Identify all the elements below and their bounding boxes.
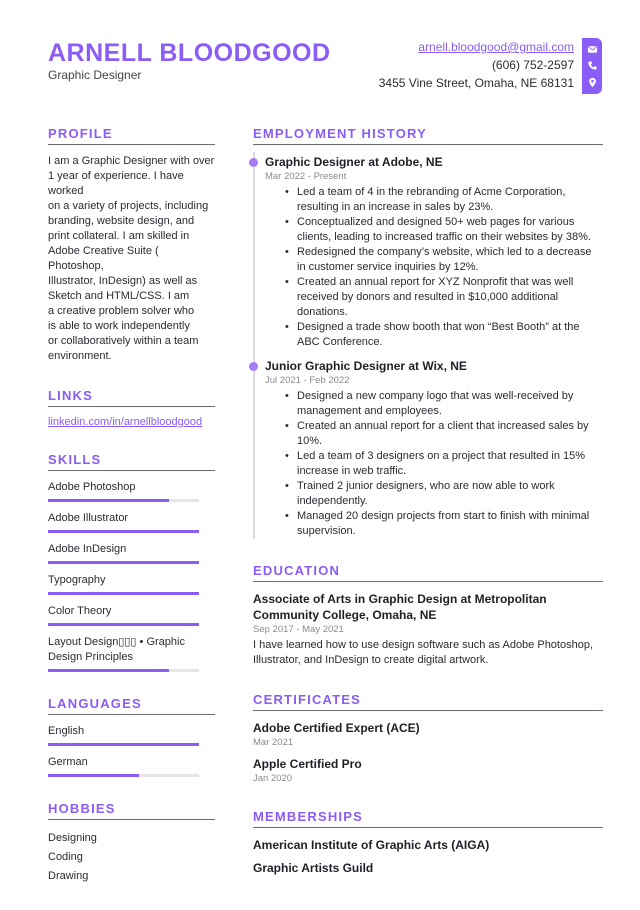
skill-item: Color Theory — [48, 604, 215, 626]
level-bar — [48, 623, 199, 626]
skill-item: Adobe Illustrator — [48, 511, 215, 533]
hobby-item: Drawing — [48, 870, 89, 882]
section-title: MEMBERSHIPS — [253, 809, 603, 828]
job-date: Mar 2022 - Present — [265, 171, 347, 182]
bullet-item: Led a team of 3 designers on a project t… — [285, 449, 603, 479]
email-link[interactable]: arnell.bloodgood@gmail.com — [418, 40, 574, 54]
section-title: PROFILE — [48, 126, 215, 145]
bullet-item: Managed 20 design projects from start to… — [285, 509, 603, 539]
level-bar-fill — [48, 743, 199, 746]
level-bar-fill — [48, 561, 199, 564]
degree-title: Associate of Arts in Graphic Design at M… — [253, 592, 547, 622]
bullet-item: Led a team of 4 in the rebranding of Acm… — [285, 185, 603, 215]
skill-label: Adobe InDesign — [48, 543, 127, 555]
level-bar-fill — [48, 592, 199, 595]
envelope-icon — [587, 44, 598, 55]
section-title: HOBBIES — [48, 801, 215, 820]
language-item: English — [48, 724, 215, 746]
education-description: I have learned how to use design softwar… — [253, 639, 594, 666]
job-title: Junior Graphic Designer at Wix, NE — [265, 359, 467, 373]
memberships-section: MEMBERSHIPS American Institute of Graphi… — [253, 809, 603, 876]
membership-item: Graphic Artists Guild — [253, 861, 374, 875]
skill-label: Adobe Photoshop — [48, 481, 136, 493]
phone-icon — [587, 60, 598, 71]
resume-header: ARNELL BLOODGOOD Graphic Designer arnell… — [48, 38, 602, 98]
skills-section: SKILLS Adobe Photoshop Adobe Illustrator A… — [48, 452, 215, 672]
left-column: PROFILE I am a Graphic Designer with ove… — [48, 126, 215, 910]
employment-section: EMPLOYMENT HISTORY Graphic Designer at A… — [249, 126, 603, 539]
job-date: Jul 2021 - Feb 2022 — [265, 375, 350, 386]
linkedin-link[interactable]: linkedin.com/in/arnellbloodgood — [48, 416, 215, 428]
section-title: EMPLOYMENT HISTORY — [253, 126, 603, 145]
certificate-entry: Apple Certified Pro Jan 2020 — [253, 756, 603, 785]
skill-item: Adobe Photoshop — [48, 480, 215, 502]
location-pin-icon — [587, 77, 598, 88]
skill-item: Adobe InDesign — [48, 542, 215, 564]
level-bar-fill — [48, 530, 199, 533]
bullet-item: Trained 2 junior designers, who are now … — [285, 479, 603, 509]
section-title: CERTIFICATES — [253, 692, 603, 711]
job-bullets: Designed a new company logo that was wel… — [265, 389, 603, 539]
certificate-date: Mar 2021 — [253, 737, 294, 748]
phone-number: (606) 752-2597 — [491, 58, 574, 72]
job-title: Graphic Designer at Adobe, NE — [265, 155, 443, 169]
level-bar-fill — [48, 774, 139, 777]
certificate-title: Apple Certified Pro — [253, 757, 362, 771]
right-column: EMPLOYMENT HISTORY Graphic Designer at A… — [249, 126, 603, 900]
languages-section: LANGUAGES English German — [48, 696, 215, 777]
level-bar — [48, 669, 199, 672]
skill-label: Color Theory — [48, 605, 112, 617]
skill-label: Layout Design▯▯▯ • Graphic Design Princi… — [48, 636, 185, 663]
level-bar — [48, 530, 199, 533]
level-bar — [48, 592, 199, 595]
bullet-item: Redesigned the company’s website, which … — [285, 245, 603, 275]
hobbies-section: HOBBIES Designing Coding Drawing — [48, 801, 215, 886]
address: 3455 Vine Street, Omaha, NE 68131 — [378, 76, 574, 90]
level-bar-fill — [48, 623, 199, 626]
skill-item: Typography — [48, 573, 215, 595]
contact-info: arnell.bloodgood@gmail.com (606) 752-259… — [379, 38, 574, 92]
section-title: EDUCATION — [253, 563, 603, 582]
job-entry: Junior Graphic Designer at Wix, NE Jul 20… — [249, 358, 603, 539]
education-section: EDUCATION Associate of Arts in Graphic D… — [253, 563, 603, 668]
certificate-entry: Adobe Certified Expert (ACE) Mar 2021 — [253, 720, 603, 749]
membership-item: American Institute of Graphic Arts (AIGA… — [253, 838, 490, 852]
skill-label: German — [48, 756, 88, 768]
section-title: SKILLS — [48, 452, 215, 471]
skill-item: Layout Design▯▯▯ • Graphic Design Princi… — [48, 635, 215, 672]
education-date: Sep 2017 - May 2021 — [253, 624, 344, 635]
section-title: LANGUAGES — [48, 696, 215, 715]
level-bar — [48, 561, 199, 564]
level-bar — [48, 743, 199, 746]
employment-timeline: Graphic Designer at Adobe, NE Mar 2022 - … — [249, 152, 603, 539]
job-bullets: Led a team of 4 in the rebranding of Acm… — [265, 185, 603, 350]
section-title: LINKS — [48, 388, 215, 407]
certificate-date: Jan 2020 — [253, 773, 293, 784]
bullet-item: Conceptualized and designed 50+ web page… — [285, 215, 603, 245]
level-bar-fill — [48, 669, 169, 672]
skill-label: Adobe Illustrator — [48, 512, 129, 524]
bullet-item: Created an annual report for a client th… — [285, 419, 603, 449]
bullet-item: Designed a trade show booth that won “Be… — [285, 320, 603, 350]
level-bar-fill — [48, 499, 169, 502]
level-bar — [48, 774, 199, 777]
contact-icon-bar — [582, 38, 602, 94]
certificates-section: CERTIFICATES Adobe Certified Expert (ACE… — [253, 692, 603, 785]
certificate-title: Adobe Certified Expert (ACE) — [253, 721, 420, 735]
profile-text: I am a Graphic Designer with over 1 year… — [48, 155, 215, 362]
skill-label: Typography — [48, 574, 106, 586]
profile-section: PROFILE I am a Graphic Designer with ove… — [48, 126, 215, 364]
level-bar — [48, 499, 199, 502]
timeline-dot-icon — [249, 158, 258, 167]
timeline-dot-icon — [249, 362, 258, 371]
bullet-item: Created an annual report for XYZ Nonprof… — [285, 275, 603, 320]
job-entry: Graphic Designer at Adobe, NE Mar 2022 - … — [249, 154, 603, 350]
skill-label: English — [48, 725, 85, 737]
bullet-item: Designed a new company logo that was wel… — [285, 389, 603, 419]
links-section: LINKS linkedin.com/in/arnellbloodgood — [48, 388, 215, 428]
education-entry: Associate of Arts in Graphic Design at M… — [253, 591, 603, 668]
language-item: German — [48, 755, 215, 777]
hobby-item: Coding — [48, 851, 83, 863]
hobby-item: Designing — [48, 832, 97, 844]
